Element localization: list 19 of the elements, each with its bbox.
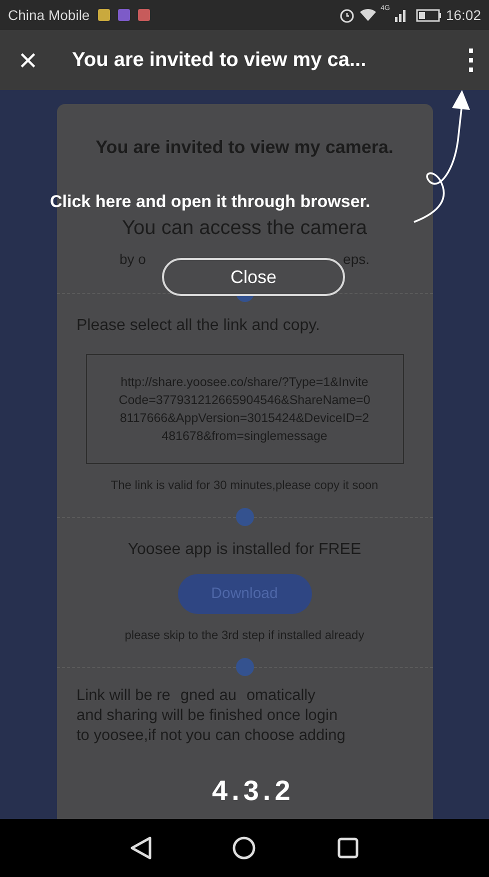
more-menu-button[interactable]: ⋮ — [453, 32, 489, 88]
alarm-icon — [338, 7, 355, 23]
app-notification-icon — [138, 9, 150, 21]
browser-hint-text: Click here and open it through browser. — [50, 191, 370, 213]
close-button[interactable]: × — [0, 32, 56, 88]
app-notification-icon — [98, 9, 110, 21]
clock-time: 16:02 — [446, 6, 481, 24]
app-notification-icon — [118, 9, 130, 21]
recents-icon[interactable] — [336, 837, 359, 859]
step-marker-icon — [236, 658, 254, 676]
wifi-icon — [358, 8, 377, 22]
close-button[interactable]: Close — [162, 258, 345, 296]
battery-icon — [416, 8, 442, 22]
back-icon[interactable] — [130, 836, 152, 860]
home-icon[interactable] — [232, 836, 256, 860]
step-marker-icon — [236, 508, 254, 526]
page-title: You are invited to view my ca... — [71, 48, 368, 73]
carrier-name: China Mobile — [8, 6, 90, 24]
signal-icon — [394, 8, 408, 22]
